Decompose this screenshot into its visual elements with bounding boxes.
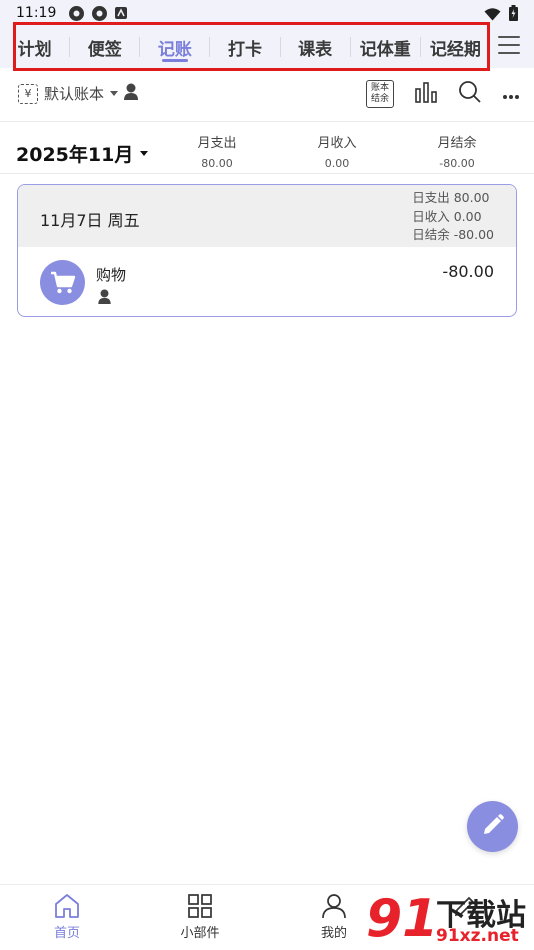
system-icons xyxy=(484,5,518,25)
divider xyxy=(0,173,534,174)
tab-period[interactable]: 记经期 xyxy=(421,26,490,68)
day-date: 11月7日 周五 xyxy=(40,211,140,230)
month-income: 月收入 0.00 xyxy=(317,136,357,170)
tab-weight[interactable]: 记体重 xyxy=(351,26,420,68)
nav-home[interactable]: 首页 xyxy=(22,893,112,941)
search-icon[interactable] xyxy=(458,80,482,108)
month-selector[interactable]: 2025年11月 xyxy=(16,140,149,167)
menu-icon[interactable] xyxy=(498,36,520,54)
status-time: 11:19 xyxy=(16,5,57,21)
day-stats: 日支出 80.00 日收入 0.00 日结余 -80.00 xyxy=(412,189,494,245)
bar-chart-icon[interactable] xyxy=(414,81,438,107)
tab-notes[interactable]: 便签 xyxy=(70,26,139,68)
app-notification-icon xyxy=(91,5,108,22)
toolbar: ¥ 默认账本 账本 结余 xyxy=(0,70,534,120)
month-label: 2025年11月 xyxy=(16,144,134,166)
month-summary: 2025年11月 月支出 80.00 月收入 0.00 月结余 -80.00 xyxy=(0,122,534,174)
toolbar-actions: 账本 结余 xyxy=(366,80,520,108)
status-bar: 11:19 xyxy=(0,0,534,26)
more-icon[interactable] xyxy=(502,85,520,104)
wifi-icon xyxy=(484,6,501,25)
ledger-name: 默认账本 xyxy=(44,85,105,103)
dropdown-caret-icon xyxy=(140,151,149,156)
ledger-balance-icon[interactable]: 账本 结余 xyxy=(366,80,394,108)
watermark-logo: 91 下载站 91xz.net xyxy=(366,888,534,950)
dropdown-caret-icon xyxy=(110,91,119,96)
list-item[interactable]: 购物 -80.00 xyxy=(18,247,516,316)
pencil-icon xyxy=(481,813,505,841)
tab-plan[interactable]: 计划 xyxy=(0,26,69,68)
nav-widgets[interactable]: 小部件 xyxy=(155,893,245,941)
widgets-icon xyxy=(155,893,245,919)
entry-category: 购物 xyxy=(96,266,127,284)
android-notification-icon xyxy=(114,5,131,22)
tab-checkin[interactable]: 打卡 xyxy=(210,26,279,68)
tabs-row: 计划 便签 记账 打卡 课表 记体重 记经期 xyxy=(0,26,490,68)
day-balance: 日结余 -80.00 xyxy=(412,227,494,242)
app-notification-icon xyxy=(68,5,85,22)
top-tab-bar: 计划 便签 记账 打卡 课表 记体重 记经期 xyxy=(0,26,534,68)
day-header: 11月7日 周五 日支出 80.00 日收入 0.00 日结余 -80.00 xyxy=(18,185,516,247)
day-expense: 日支出 80.00 xyxy=(412,190,490,205)
watermark-url: 91xz.net xyxy=(436,926,519,946)
tab-bookkeeping[interactable]: 记账 xyxy=(140,26,209,68)
add-record-button[interactable] xyxy=(467,801,518,852)
notification-icons xyxy=(68,5,131,22)
user-icon xyxy=(124,83,139,104)
battery-icon xyxy=(509,5,518,25)
home-icon xyxy=(22,893,112,919)
day-income: 日收入 0.00 xyxy=(412,208,482,224)
day-card: 11月7日 周五 日支出 80.00 日收入 0.00 日结余 -80.00 购… xyxy=(17,184,517,317)
month-expense: 月支出 80.00 xyxy=(197,136,237,170)
watermark-91: 91 xyxy=(366,889,439,949)
ledger-selector[interactable]: ¥ 默认账本 xyxy=(18,83,139,104)
entry-amount: -80.00 xyxy=(442,262,494,281)
tab-timetable[interactable]: 课表 xyxy=(281,26,350,68)
cart-icon xyxy=(40,260,85,305)
user-icon xyxy=(98,289,111,308)
ledger-icon: ¥ xyxy=(18,83,38,104)
month-balance: 月结余 -80.00 xyxy=(437,136,477,170)
